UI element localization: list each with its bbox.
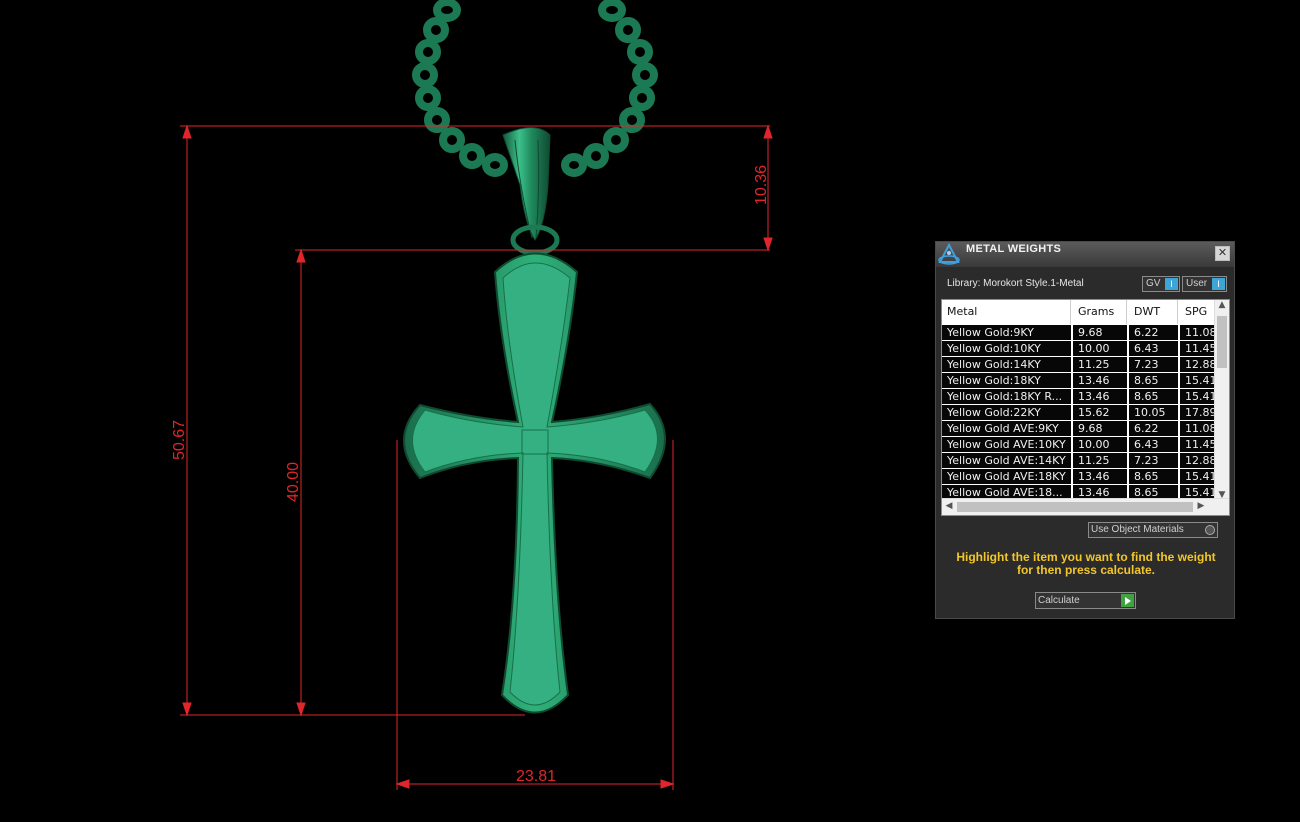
calculate-button[interactable]: Calculate (1035, 592, 1136, 609)
grams-cell: 15.62 (1073, 405, 1127, 420)
metal-weights-panel: METAL WEIGHTS ✕ Library: Morokort Style.… (935, 241, 1235, 619)
metal-cell: Yellow Gold AVE:14KY (942, 453, 1071, 468)
table-row[interactable]: Yellow Gold:9KY 9.68 6.22 11.08 (942, 325, 1216, 341)
grams-cell: 10.00 (1073, 341, 1127, 356)
spg-cell: 12.88 (1180, 453, 1216, 468)
pendant-bail[interactable] (502, 127, 560, 256)
table-row[interactable]: Yellow Gold:18KY R... 13.46 8.65 15.41 (942, 389, 1216, 405)
play-icon (1121, 594, 1134, 607)
dimension-width: 23.81 (516, 768, 556, 785)
table-row[interactable]: Yellow Gold AVE:9KY 9.68 6.22 11.08 (942, 421, 1216, 437)
metal-cell: Yellow Gold AVE:9KY (942, 421, 1071, 436)
horizontal-scroll-thumb[interactable] (957, 502, 1193, 512)
dimension-body-height: 40.00 (285, 462, 302, 502)
spg-cell: 11.08 (1180, 325, 1216, 340)
spg-cell: 15.41 (1180, 373, 1216, 388)
dwt-cell: 8.65 (1129, 389, 1178, 404)
table-row[interactable]: Yellow Gold:18KY 13.46 8.65 15.41 (942, 373, 1216, 389)
instructions-line-2: for then press calculate. (1016, 563, 1156, 577)
grams-cell: 13.46 (1073, 469, 1127, 484)
library-label: Library: Morokort Style.1-Metal (947, 278, 1084, 289)
spg-cell: 12.88 (1180, 357, 1216, 372)
dimension-total-height: 50.67 (171, 420, 188, 460)
metal-cell: Yellow Gold:9KY (942, 325, 1071, 340)
calculate-label: Calculate (1038, 595, 1080, 606)
grams-cell: 13.46 (1073, 389, 1127, 404)
user-toggle-label: User (1186, 278, 1208, 289)
metal-table[interactable]: Metal Grams DWT SPG Yellow Gold:9KY 9.68 6… (941, 299, 1230, 516)
panel-title: METAL WEIGHTS (966, 243, 1062, 255)
column-header-dwt[interactable]: DWT (1129, 300, 1178, 324)
table-row[interactable]: Yellow Gold:22KY 15.62 10.05 17.89 (942, 405, 1216, 421)
grams-cell: 11.25 (1073, 357, 1127, 372)
use-object-materials-label: Use Object Materials (1091, 524, 1184, 535)
metal-cell: Yellow Gold AVE:10KY (942, 437, 1071, 452)
metal-cell: Yellow Gold AVE:18KY (942, 469, 1071, 484)
column-header-metal[interactable]: Metal (942, 300, 1071, 324)
table-row[interactable]: Yellow Gold AVE:18KY 13.46 8.65 15.41 (942, 469, 1216, 485)
toggle-knob-icon: I (1165, 278, 1178, 290)
spg-cell: 11.45 (1180, 341, 1216, 356)
table-header: Metal Grams DWT SPG (942, 300, 1216, 324)
dwt-cell: 6.22 (1129, 421, 1178, 436)
spg-cell: 17.89 (1180, 405, 1216, 420)
dwt-cell: 6.43 (1129, 341, 1178, 356)
dimension-bail-height: 10.36 (753, 165, 770, 205)
radio-icon (1205, 525, 1215, 535)
dwt-cell: 6.22 (1129, 325, 1178, 340)
metal-cell: Yellow Gold:22KY (942, 405, 1071, 420)
user-toggle[interactable]: User I (1182, 276, 1227, 292)
app-logo-icon (938, 242, 960, 265)
column-header-spg[interactable]: SPG (1180, 300, 1216, 324)
metal-cell: Yellow Gold:10KY (942, 341, 1071, 356)
close-icon[interactable]: ✕ (1215, 246, 1230, 261)
grams-cell: 9.68 (1073, 325, 1127, 340)
metal-cell: Yellow Gold:14KY (942, 357, 1071, 372)
scroll-left-icon[interactable]: ◀ (942, 501, 956, 511)
spg-cell: 15.41 (1180, 469, 1216, 484)
vertical-scroll-thumb[interactable] (1217, 316, 1227, 368)
gv-toggle-label: GV (1146, 278, 1161, 289)
table-row[interactable]: Yellow Gold AVE:14KY 11.25 7.23 12.88 (942, 453, 1216, 469)
dwt-cell: 6.43 (1129, 437, 1178, 452)
dwt-cell: 10.05 (1129, 405, 1178, 420)
cross-pendant[interactable] (403, 252, 666, 714)
table-row[interactable]: Yellow Gold:10KY 10.00 6.43 11.45 (942, 341, 1216, 357)
dwt-cell: 8.65 (1129, 469, 1178, 484)
spg-cell: 15.41 (1180, 389, 1216, 404)
grams-cell: 9.68 (1073, 421, 1127, 436)
spg-cell: 11.08 (1180, 421, 1216, 436)
panel-header[interactable]: METAL WEIGHTS ✕ (936, 242, 1234, 267)
table-row[interactable]: Yellow Gold AVE:10KY 10.00 6.43 11.45 (942, 437, 1216, 453)
dwt-cell: 7.23 (1129, 357, 1178, 372)
table-row[interactable]: Yellow Gold:14KY 11.25 7.23 12.88 (942, 357, 1216, 373)
grams-cell: 10.00 (1073, 437, 1127, 452)
grams-cell: 11.25 (1073, 453, 1127, 468)
dwt-cell: 8.65 (1129, 373, 1178, 388)
horizontal-scrollbar[interactable]: ◀ ▶ (942, 498, 1229, 515)
instructions-text: Highlight the item you want to find the … (946, 551, 1226, 577)
scroll-up-icon[interactable]: ▲ (1215, 300, 1229, 310)
column-header-grams[interactable]: Grams (1073, 300, 1127, 324)
dwt-cell: 7.23 (1129, 453, 1178, 468)
vertical-scrollbar[interactable]: ▲ ▼ (1214, 300, 1229, 500)
use-object-materials-toggle[interactable]: Use Object Materials (1088, 522, 1218, 538)
gv-toggle[interactable]: GV I (1142, 276, 1180, 292)
metal-cell: Yellow Gold:18KY R... (942, 389, 1071, 404)
spg-cell: 11.45 (1180, 437, 1216, 452)
toggle-knob-icon: I (1212, 278, 1225, 290)
grams-cell: 13.46 (1073, 373, 1127, 388)
scroll-right-icon[interactable]: ▶ (1194, 501, 1208, 511)
metal-cell: Yellow Gold:18KY (942, 373, 1071, 388)
